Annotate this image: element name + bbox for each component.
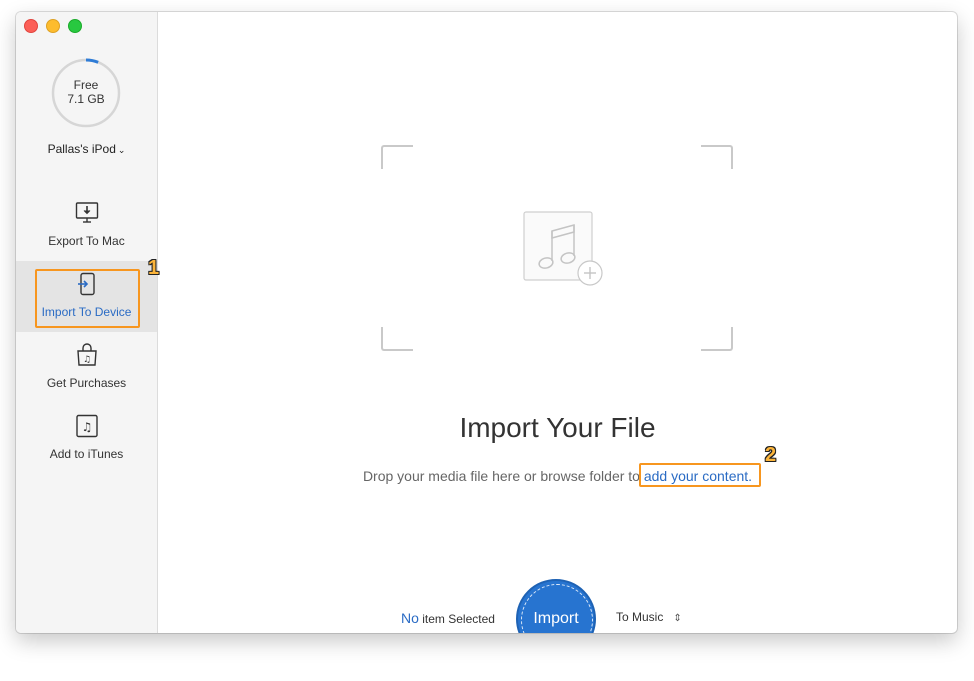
minimize-window-button[interactable] (46, 19, 60, 33)
sidebar-item-label: Export To Mac (48, 234, 125, 248)
import-button[interactable]: Import (516, 579, 596, 633)
chevron-down-icon: ⌄ (117, 145, 126, 155)
sidebar-item-add-to-itunes[interactable]: ♫ Add to iTunes (16, 403, 157, 474)
updown-chevron-icon: ⇕ (673, 613, 682, 624)
drop-zone-corner (381, 327, 413, 351)
window-controls (24, 19, 82, 33)
svg-text:♫: ♫ (82, 420, 93, 434)
selection-count: No (401, 610, 419, 626)
storage-free-label: Free (73, 78, 99, 92)
sidebar-item-export-to-mac[interactable]: Export To Mac (16, 190, 157, 261)
device-name: Pallas's iPod (47, 142, 116, 156)
monitor-download-icon (75, 202, 99, 223)
import-target-value: To Music (616, 610, 664, 624)
drop-zone-corner (701, 145, 733, 169)
import-instructions: Drop your media file here or browse fold… (158, 468, 957, 484)
app-window: Free 7.1 GB Pallas's iPod ⌄ Export To Mac… (16, 12, 957, 633)
drop-zone[interactable] (381, 145, 733, 351)
import-target-select[interactable]: To Music ⇕ (616, 610, 682, 624)
maximize-window-button[interactable] (68, 19, 82, 33)
storage-free-value: 7.1 GB (67, 92, 105, 106)
drop-zone-corner (701, 327, 733, 351)
shopping-bag-music-icon: ♫ (77, 343, 97, 366)
storage-gauge: Free 7.1 GB (51, 58, 121, 128)
selection-text: item Selected (418, 612, 495, 626)
close-window-button[interactable] (24, 19, 38, 33)
music-note-box-icon: ♫ (76, 414, 98, 438)
drop-zone-corner (381, 145, 413, 169)
main-content: Import Your File Drop your media file he… (158, 12, 957, 633)
sidebar-item-label: Add to iTunes (49, 447, 124, 461)
page-title: Import Your File (459, 412, 656, 443)
sidebar-item-get-purchases[interactable]: ♫ Get Purchases (16, 332, 157, 403)
sidebar: Free 7.1 GB Pallas's iPod ⌄ Export To Mac… (16, 12, 158, 633)
step-2-badge: 2 (765, 444, 777, 466)
device-selector[interactable]: Pallas's iPod ⌄ (16, 142, 157, 156)
highlight-box-step-2 (639, 463, 761, 487)
music-add-icon (523, 211, 603, 286)
instructions-text: Drop your media file here or browse fold… (362, 468, 644, 484)
selection-status: No item Selected (401, 610, 495, 626)
sidebar-item-label: Get Purchases (46, 376, 127, 390)
highlight-box-step-1 (35, 269, 140, 328)
import-button-label: Import (533, 610, 579, 627)
svg-text:♫: ♫ (83, 355, 91, 365)
